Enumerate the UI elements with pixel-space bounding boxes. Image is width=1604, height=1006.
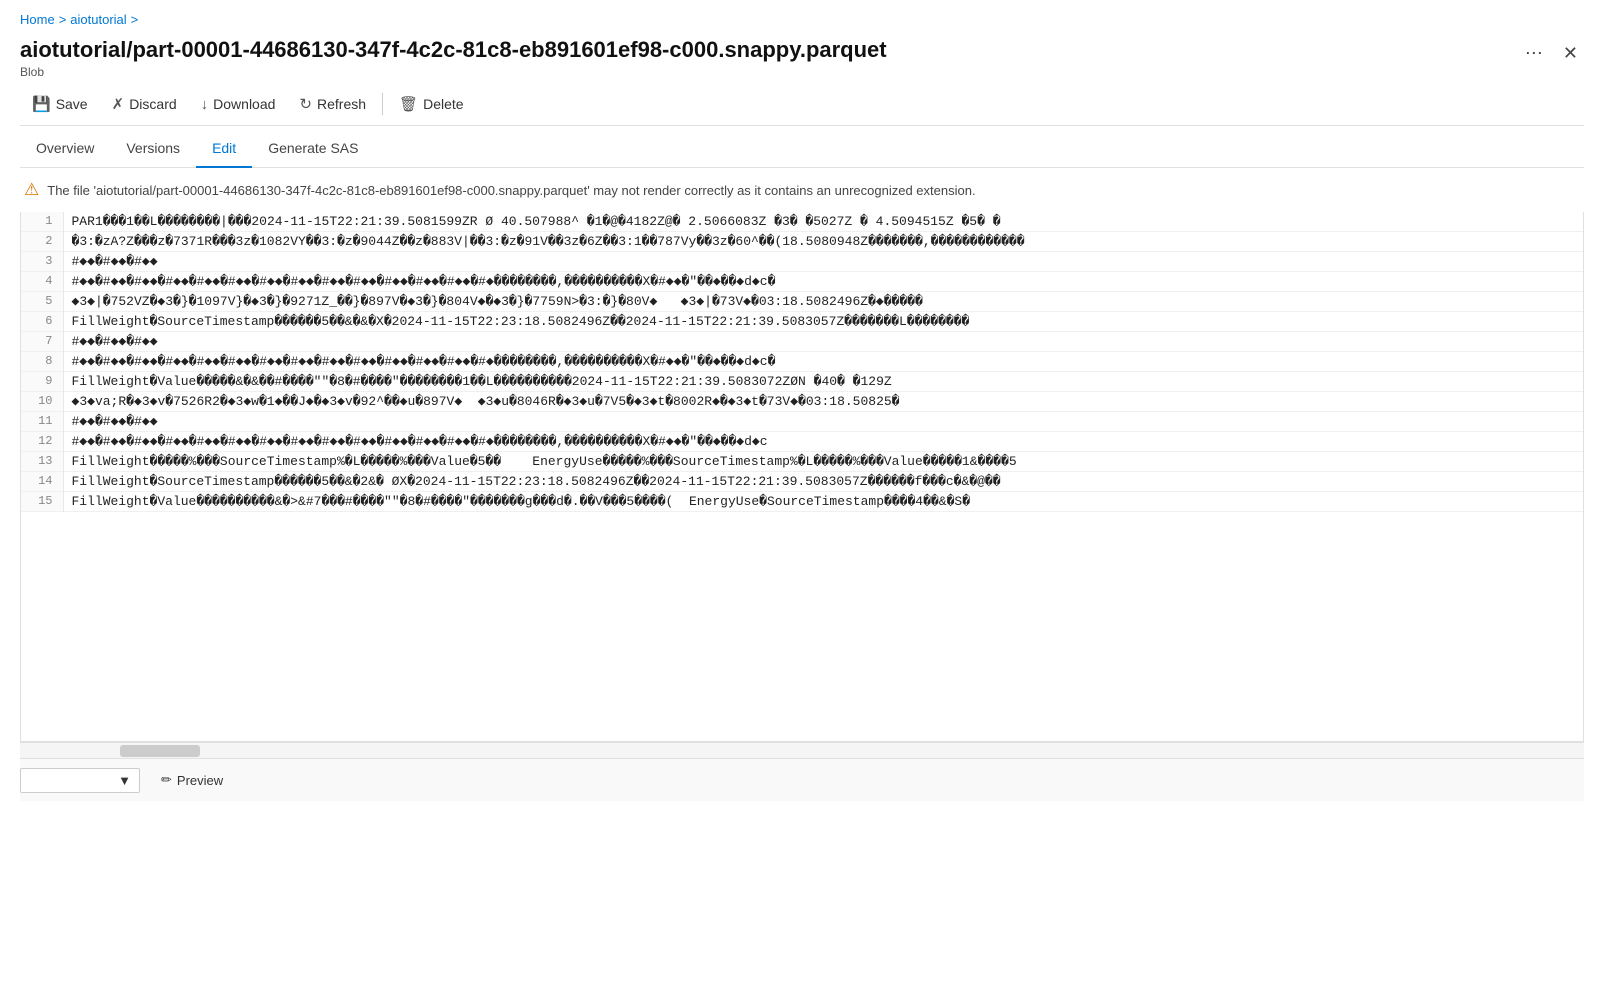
line-number: 9 [21,372,63,392]
bottom-toolbar: ▼ ✏ Preview [20,758,1584,801]
title-row: aiotutorial/part-00001-44686130-347f-4c2… [20,37,1584,79]
table-row: 1PAR1���1��L��������|���2024-11-15T22:21… [21,212,1583,232]
line-content: #◆◆�#◆◆�#◆◆�#◆◆�#◆◆�#◆◆�#◆◆�#◆◆�#◆◆�#◆◆�… [63,352,1583,372]
preview-label: Preview [177,773,223,788]
line-content: FillWeight�����%���SourceTimestamp%�L���… [63,452,1583,472]
pencil-icon: ✏ [161,772,172,788]
line-number: 6 [21,312,63,332]
save-button[interactable]: 💾 Save [20,91,100,117]
line-number: 1 [21,212,63,232]
line-content: #◆◆�#◆◆�#◆◆�#◆◆�#◆◆�#◆◆�#◆◆�#◆◆�#◆◆�#◆◆�… [63,432,1583,452]
file-title: aiotutorial/part-00001-44686130-347f-4c2… [20,37,1519,63]
table-row: 8#◆◆�#◆◆�#◆◆�#◆◆�#◆◆�#◆◆�#◆◆�#◆◆�#◆◆�#◆◆… [21,352,1583,372]
delete-label: Delete [423,96,463,112]
warning-message: The file 'aiotutorial/part-00001-4468613… [47,183,975,198]
breadcrumb-tutorial[interactable]: aiotutorial [70,12,126,27]
line-content: FillWeight�SourceTimestamp������5��&�2&�… [63,472,1583,492]
line-content: ◆3◆va;R�◆3◆v�7526R2�◆3◆w�1◆��J◆�◆3◆v�92^… [63,392,1583,412]
title-actions: ⋯ ✕ [1519,41,1584,66]
line-content: #◆◆�#◆◆�#◆◆ [63,252,1583,272]
preview-button[interactable]: ✏ Preview [148,767,236,793]
line-content: ◆3◆|�752VZ�◆3�}�1097V}�◆3�}�9271Z_��}�89… [63,292,1583,312]
code-area[interactable]: 1PAR1���1��L��������|���2024-11-15T22:21… [20,212,1584,742]
table-row: 2�3:�zA?Z���z�7371R���3z�1082VY��3:�z�90… [21,232,1583,252]
table-row: 13FillWeight�����%���SourceTimestamp%�L�… [21,452,1583,472]
tab-overview[interactable]: Overview [20,130,110,168]
table-row: 5◆3◆|�752VZ�◆3�}�1097V}�◆3�}�9271Z_��}�8… [21,292,1583,312]
discard-icon: ✗ [112,95,125,113]
table-row: 3#◆◆�#◆◆�#◆◆ [21,252,1583,272]
breadcrumb: Home > aiotutorial > [20,12,1584,27]
file-type: Blob [20,65,1519,79]
line-content: #◆◆�#◆◆�#◆◆ [63,332,1583,352]
table-row: 12#◆◆�#◆◆�#◆◆�#◆◆�#◆◆�#◆◆�#◆◆�#◆◆�#◆◆�#◆… [21,432,1583,452]
table-row: 11#◆◆�#◆◆�#◆◆ [21,412,1583,432]
encoding-select[interactable]: ▼ [20,768,140,793]
tabs: Overview Versions Edit Generate SAS [20,130,1584,168]
download-icon: ↓ [201,96,209,113]
line-content: FillWeight�Value�����&�&��#����""�8�#���… [63,372,1583,392]
discard-button[interactable]: ✗ Discard [100,91,189,117]
line-content: #◆◆�#◆◆�#◆◆�#◆◆�#◆◆�#◆◆�#◆◆�#◆◆�#◆◆�#◆◆�… [63,272,1583,292]
table-row: 10◆3◆va;R�◆3◆v�7526R2�◆3◆w�1◆��J◆�◆3◆v�9… [21,392,1583,412]
warning-banner: ⚠ The file 'aiotutorial/part-00001-44686… [20,168,1584,212]
line-number: 5 [21,292,63,312]
save-label: Save [56,96,88,112]
breadcrumb-sep1: > [59,12,67,27]
refresh-icon: ↻ [299,95,312,113]
line-number: 15 [21,492,63,512]
warning-icon: ⚠ [24,180,39,200]
more-options-button[interactable]: ⋯ [1519,41,1549,66]
save-icon: 💾 [32,95,51,113]
delete-icon: 🗑 [399,95,418,113]
horizontal-scrollbar[interactable] [20,742,1584,758]
code-table: 1PAR1���1��L��������|���2024-11-15T22:21… [21,212,1583,512]
main-container: Home > aiotutorial > aiotutorial/part-00… [0,0,1604,801]
download-button[interactable]: ↓ Download [189,92,288,117]
table-row: 4#◆◆�#◆◆�#◆◆�#◆◆�#◆◆�#◆◆�#◆◆�#◆◆�#◆◆�#◆◆… [21,272,1583,292]
title-block: aiotutorial/part-00001-44686130-347f-4c2… [20,37,1519,79]
scrollbar-thumb[interactable] [120,745,200,757]
line-number: 4 [21,272,63,292]
refresh-label: Refresh [317,96,366,112]
line-number: 10 [21,392,63,412]
line-content: PAR1���1��L��������|���2024-11-15T22:21:… [63,212,1583,232]
table-row: 9FillWeight�Value�����&�&��#����""�8�#��… [21,372,1583,392]
tab-generate-sas[interactable]: Generate SAS [252,130,374,168]
table-row: 6FillWeight�SourceTimestamp������5��&�&�… [21,312,1583,332]
line-number: 3 [21,252,63,272]
tab-versions[interactable]: Versions [110,130,196,168]
discard-label: Discard [129,96,176,112]
line-number: 13 [21,452,63,472]
line-content: FillWeight�Value����������&�>&#7���#����… [63,492,1583,512]
line-number: 14 [21,472,63,492]
refresh-button[interactable]: ↻ Refresh [287,91,378,117]
table-row: 15FillWeight�Value����������&�>&#7���#��… [21,492,1583,512]
download-label: Download [213,96,275,112]
breadcrumb-home[interactable]: Home [20,12,55,27]
toolbar: 💾 Save ✗ Discard ↓ Download ↻ Refresh 🗑 … [20,83,1584,126]
table-row: 7#◆◆�#◆◆�#◆◆ [21,332,1583,352]
breadcrumb-sep2: > [131,12,139,27]
toolbar-separator [382,93,383,115]
line-number: 12 [21,432,63,452]
tab-edit[interactable]: Edit [196,130,252,168]
line-number: 8 [21,352,63,372]
line-content: �3:�zA?Z���z�7371R���3z�1082VY��3:�z�904… [63,232,1583,252]
line-number: 2 [21,232,63,252]
line-content: FillWeight�SourceTimestamp������5��&�&�X… [63,312,1583,332]
table-row: 14FillWeight�SourceTimestamp������5��&�2… [21,472,1583,492]
line-number: 11 [21,412,63,432]
line-content: #◆◆�#◆◆�#◆◆ [63,412,1583,432]
line-number: 7 [21,332,63,352]
chevron-down-icon: ▼ [118,773,131,788]
delete-button[interactable]: 🗑 Delete [387,91,476,117]
close-button[interactable]: ✕ [1557,41,1584,66]
